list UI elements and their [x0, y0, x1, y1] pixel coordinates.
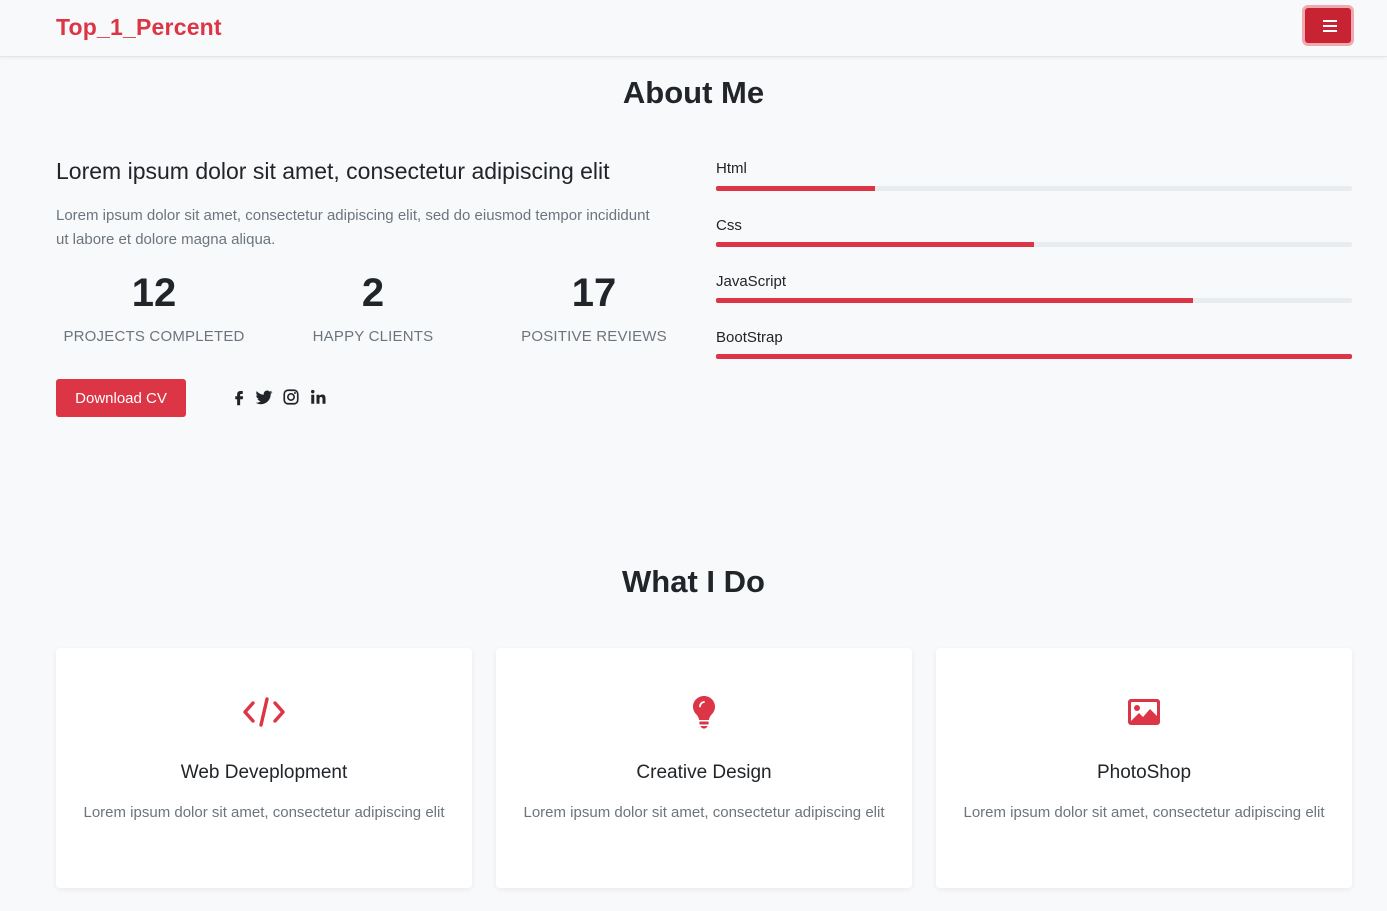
services-title: What I Do — [622, 564, 765, 599]
service-card-web-development: Web Deveplopment Lorem ipsum dolor sit a… — [56, 648, 472, 888]
skill-fill-javascript — [716, 298, 1193, 303]
about-heading: Lorem ipsum dolor sit amet, consectetur … — [56, 158, 610, 184]
skill-label-javascript: JavaScript — [716, 273, 787, 290]
stat-number: 12 — [131, 271, 177, 315]
service-title: Creative Design — [636, 762, 772, 783]
skill-label-html: Html — [716, 160, 747, 177]
skill-label-bootstrap: BootStrap — [716, 329, 783, 346]
stat-number: 17 — [571, 271, 617, 315]
skill-bar-css — [716, 242, 1352, 247]
skill-label-css: Css — [716, 217, 742, 234]
stat-label: POSITIVE REVIEWS — [521, 328, 667, 345]
stat-projects: 12 PROJECTS COMPLETED — [54, 268, 254, 345]
stat-clients: 2 HAPPY CLIENTS — [273, 268, 473, 345]
service-desc: Lorem ipsum dolor sit amet, consectetur … — [83, 804, 445, 821]
service-title: Web Deveplopment — [180, 762, 348, 783]
skill-bar-html — [716, 186, 1352, 191]
service-card-photoshop: PhotoShop Lorem ipsum dolor sit amet, co… — [936, 648, 1352, 888]
skill-fill-html — [716, 186, 875, 191]
about-text: Lorem ipsum dolor sit amet, consectetur … — [56, 207, 650, 248]
stat-label: HAPPY CLIENTS — [312, 328, 434, 345]
stat-label: PROJECTS COMPLETED — [63, 328, 245, 345]
image-icon — [1122, 694, 1166, 730]
service-desc: Lorem ipsum dolor sit amet, consectetur … — [963, 804, 1325, 821]
code-icon — [242, 694, 286, 730]
skill-bar-bootstrap — [716, 354, 1352, 359]
stat-number: 2 — [361, 271, 385, 315]
lightbulb-icon — [682, 694, 726, 730]
skill-fill-bootstrap — [716, 354, 1352, 359]
stat-reviews: 17 POSITIVE REVIEWS — [494, 268, 694, 345]
about-title: About Me — [622, 75, 765, 110]
service-desc: Lorem ipsum dolor sit amet, consectetur … — [523, 804, 885, 821]
service-title: PhotoShop — [1096, 762, 1192, 783]
service-card-creative-design: Creative Design Lorem ipsum dolor sit am… — [496, 648, 912, 888]
menu-toggle-button[interactable] — [1302, 5, 1354, 46]
instagram-icon[interactable] — [282, 388, 302, 408]
linkedin-icon[interactable] — [309, 388, 329, 408]
skill-bar-javascript — [716, 298, 1352, 303]
download-cv-button[interactable]: Download CV — [56, 379, 186, 417]
facebook-icon[interactable] — [230, 388, 250, 408]
skill-fill-css — [716, 242, 1034, 247]
twitter-icon[interactable] — [255, 388, 275, 408]
navbar: Top_1_Percent — [0, 0, 1387, 57]
brand-logo[interactable]: Top_1_Percent — [56, 14, 222, 41]
